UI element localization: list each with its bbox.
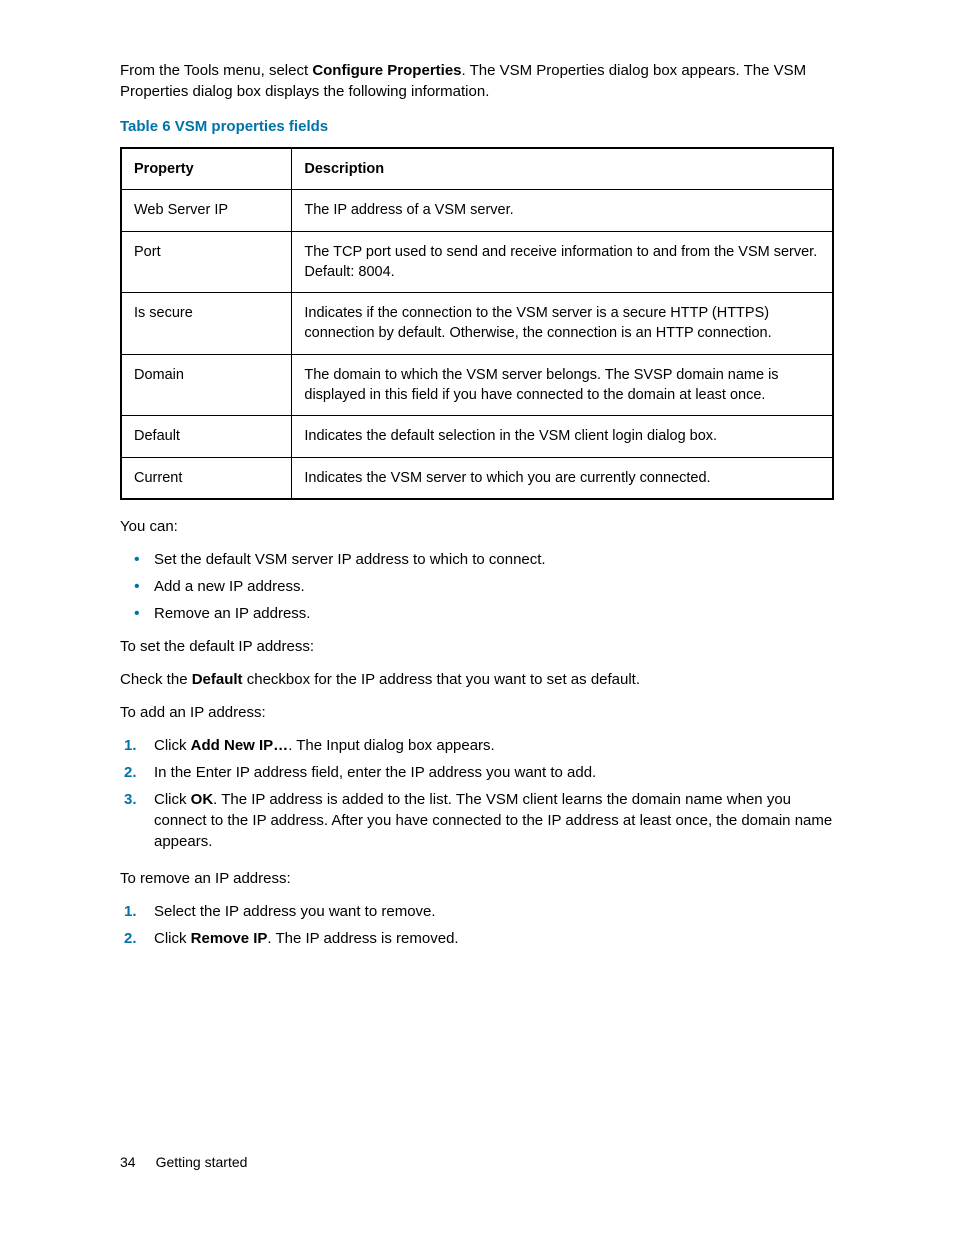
cell-property: Current [121, 457, 292, 499]
cell-property: Domain [121, 354, 292, 416]
table-caption: Table 6 VSM properties fields [120, 116, 834, 137]
add-ip-steps: Click Add New IP…. The Input dialog box … [120, 735, 834, 852]
list-item: Add a new IP address. [148, 576, 834, 597]
table-row: Web Server IP The IP address of a VSM se… [121, 190, 833, 231]
list-item: Select the IP address you want to remove… [120, 901, 834, 922]
intro-bold: Configure Properties [312, 62, 461, 79]
step-bold: Add New IP… [191, 737, 289, 754]
you-can-text: You can: [120, 516, 834, 537]
step-bold: Remove IP [191, 930, 268, 947]
step-pre: Click [154, 930, 191, 947]
cell-description: Indicates the VSM server to which you ar… [292, 457, 833, 499]
set-default-text: Check the Default checkbox for the IP ad… [120, 669, 834, 690]
step-pre: Click [154, 791, 191, 808]
footer-section: Getting started [156, 1153, 248, 1173]
add-ip-heading: To add an IP address: [120, 702, 834, 723]
step-pre: Select the IP address you want to remove… [154, 903, 436, 920]
step-pre: Click [154, 737, 191, 754]
cell-description: The domain to which the VSM server belon… [292, 354, 833, 416]
step-post: . The IP address is added to the list. T… [154, 791, 832, 850]
page-number: 34 [120, 1153, 136, 1173]
table-row: Default Indicates the default selection … [121, 416, 833, 457]
cell-property: Default [121, 416, 292, 457]
header-description: Description [292, 148, 833, 190]
step-post: . The IP address is removed. [267, 930, 458, 947]
list-item: Click OK. The IP address is added to the… [120, 789, 834, 852]
header-property: Property [121, 148, 292, 190]
table-row: Current Indicates the VSM server to whic… [121, 457, 833, 499]
set-default-pre: Check the [120, 671, 192, 688]
cell-property: Is secure [121, 293, 292, 355]
list-item: Set the default VSM server IP address to… [148, 549, 834, 570]
cell-property: Web Server IP [121, 190, 292, 231]
table-row: Domain The domain to which the VSM serve… [121, 354, 833, 416]
table-row: Port The TCP port used to send and recei… [121, 231, 833, 293]
list-item: In the Enter IP address field, enter the… [120, 762, 834, 783]
properties-table: Property Description Web Server IP The I… [120, 147, 834, 500]
cell-description: Indicates the default selection in the V… [292, 416, 833, 457]
cell-description: The TCP port used to send and receive in… [292, 231, 833, 293]
step-post: . The Input dialog box appears. [288, 737, 495, 754]
cell-description: The IP address of a VSM server. [292, 190, 833, 231]
page-footer: 34 Getting started [120, 1153, 247, 1173]
set-default-heading: To set the default IP address: [120, 636, 834, 657]
bullet-list: Set the default VSM server IP address to… [120, 549, 834, 624]
list-item: Click Add New IP…. The Input dialog box … [120, 735, 834, 756]
table-header-row: Property Description [121, 148, 833, 190]
cell-description: Indicates if the connection to the VSM s… [292, 293, 833, 355]
step-pre: In the Enter IP address field, enter the… [154, 764, 596, 781]
remove-ip-heading: To remove an IP address: [120, 868, 834, 889]
remove-ip-steps: Select the IP address you want to remove… [120, 901, 834, 949]
cell-property: Port [121, 231, 292, 293]
intro-paragraph: From the Tools menu, select Configure Pr… [120, 60, 834, 102]
set-default-bold: Default [192, 671, 243, 688]
set-default-post: checkbox for the IP address that you wan… [243, 671, 640, 688]
table-row: Is secure Indicates if the connection to… [121, 293, 833, 355]
list-item: Click Remove IP. The IP address is remov… [120, 928, 834, 949]
step-bold: OK [191, 791, 214, 808]
intro-pre: From the Tools menu, select [120, 62, 312, 79]
list-item: Remove an IP address. [148, 603, 834, 624]
